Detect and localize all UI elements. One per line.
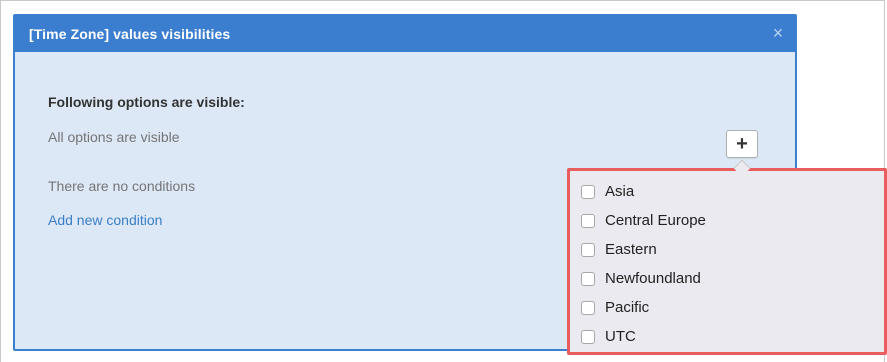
checkbox[interactable] <box>581 213 595 228</box>
option-label: Central Europe <box>605 212 706 229</box>
all-options-visible-text: All options are visible <box>48 129 180 145</box>
no-conditions-text: There are no conditions <box>48 178 196 194</box>
option-eastern[interactable]: Eastern <box>570 235 884 264</box>
option-asia[interactable]: Asia <box>570 177 884 206</box>
option-newfoundland[interactable]: Newfoundland <box>570 264 884 293</box>
checkbox[interactable] <box>581 242 595 257</box>
option-label: Newfoundland <box>605 270 701 287</box>
options-dropdown: Asia Central Europe Eastern Newfoundland… <box>567 168 887 355</box>
option-pacific[interactable]: Pacific <box>570 293 884 322</box>
option-utc[interactable]: UTC <box>570 322 884 351</box>
dialog-title: [Time Zone] values visibilities <box>29 26 231 42</box>
option-central-europe[interactable]: Central Europe <box>570 206 884 235</box>
option-label: UTC <box>605 328 636 345</box>
checkbox[interactable] <box>581 329 595 344</box>
option-label: Eastern <box>605 241 657 258</box>
add-condition-link[interactable]: Add new condition <box>48 212 162 228</box>
add-option-button[interactable]: + <box>726 130 758 158</box>
close-icon[interactable]: × <box>769 24 787 42</box>
visible-options-heading: Following options are visible: <box>48 94 245 110</box>
option-label: Asia <box>605 183 635 200</box>
checkbox[interactable] <box>581 184 595 199</box>
dialog-header: [Time Zone] values visibilities × <box>15 16 795 52</box>
option-label: Pacific <box>605 299 650 316</box>
checkbox[interactable] <box>581 271 595 286</box>
checkbox[interactable] <box>581 300 595 315</box>
plus-icon: + <box>736 132 748 155</box>
